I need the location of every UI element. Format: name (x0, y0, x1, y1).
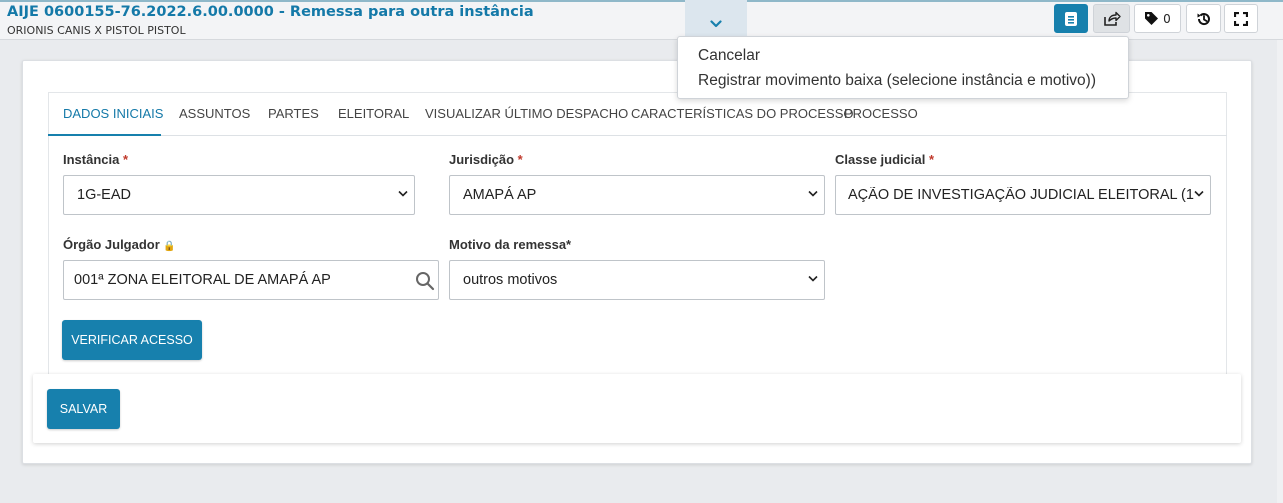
tab-visualizar-ultimo-despacho[interactable]: VISUALIZAR ÚLTIMO DESPACHO (425, 106, 628, 121)
page-scrollbar[interactable] (1277, 40, 1283, 503)
tab-processo[interactable]: PROCESSO (844, 106, 918, 121)
instancia-value: 1G-EAD (77, 187, 131, 203)
save-button[interactable]: SALVAR (47, 389, 120, 429)
motivo-remessa-select[interactable]: outros motivos (449, 260, 825, 300)
classe-judicial-label: Classe judicial * (835, 152, 935, 167)
tab-eleitoral[interactable]: ELEITORAL (338, 106, 409, 121)
tag-icon (1145, 12, 1159, 25)
verificar-acesso-button[interactable]: VERIFICAR ACESSO (62, 320, 202, 360)
page-subtitle: ORIONIS CANIS X PISTOL PISTOL (7, 24, 186, 37)
share-icon (1103, 11, 1121, 26)
tab-assuntos[interactable]: ASSUNTOS (179, 106, 250, 121)
orgao-julgador-label: Órgão Julgador 🔒 (63, 237, 176, 252)
chevron-down-icon (1194, 190, 1204, 198)
classe-judicial-value: AÇÃO DE INVESTIGAÇÃO JUDICIAL ELEITORAL … (848, 187, 1194, 203)
document-icon (1065, 11, 1077, 26)
actions-dropdown-menu: Cancelar Registrar movimento baixa (sele… (677, 36, 1129, 99)
page-title: AIJE 0600155-76.2022.6.00.0000 - Remessa… (7, 4, 534, 20)
fullscreen-icon (1234, 11, 1248, 26)
tags-button[interactable]: 0 (1134, 4, 1181, 33)
active-tab-indicator (48, 134, 161, 136)
instancia-select[interactable]: 1G-EAD (63, 175, 415, 215)
chevron-down-icon (398, 190, 408, 197)
motivo-remessa-value: outros motivos (463, 272, 558, 288)
search-icon[interactable] (415, 271, 435, 291)
tags-count: 0 (1163, 11, 1171, 26)
tab-partes[interactable]: PARTES (268, 106, 319, 121)
history-button[interactable] (1186, 4, 1221, 33)
tab-caracteristicas-do-processo[interactable]: CARACTERÍSTICAS DO PROCESSO (631, 106, 853, 121)
motivo-remessa-label: Motivo da remessa* (449, 237, 572, 252)
footer-actions (33, 374, 1241, 443)
jurisdicao-label: Jurisdição * (449, 152, 523, 167)
chevron-down-icon (808, 275, 818, 282)
classe-judicial-select[interactable]: AÇÃO DE INVESTIGAÇÃO JUDICIAL ELEITORAL … (835, 175, 1211, 215)
document-button[interactable] (1054, 4, 1088, 33)
orgao-julgador-value: 001ª ZONA ELEITORAL DE AMAPÁ AP (74, 272, 331, 288)
history-icon (1197, 12, 1210, 25)
jurisdicao-select[interactable]: AMAPÁ AP (449, 175, 825, 215)
menu-item-cancelar[interactable]: Cancelar (698, 47, 760, 65)
instancia-label: Instância * (63, 152, 129, 167)
chevron-down-icon (710, 20, 722, 28)
chevron-down-icon (808, 190, 818, 197)
jurisdicao-value: AMAPÁ AP (463, 187, 537, 203)
lock-icon: 🔒 (163, 241, 176, 252)
tab-dados-iniciais[interactable]: DADOS INICIAIS (63, 106, 163, 121)
menu-item-registrar-movimento-baixa[interactable]: Registrar movimento baixa (selecione ins… (698, 72, 1096, 90)
share-button[interactable] (1093, 4, 1130, 33)
page-header: AIJE 0600155-76.2022.6.00.0000 - Remessa… (0, 0, 1283, 40)
actions-toggle[interactable] (685, 0, 747, 40)
fullscreen-button[interactable] (1224, 4, 1258, 33)
orgao-julgador-field[interactable]: 001ª ZONA ELEITORAL DE AMAPÁ AP (63, 260, 439, 300)
